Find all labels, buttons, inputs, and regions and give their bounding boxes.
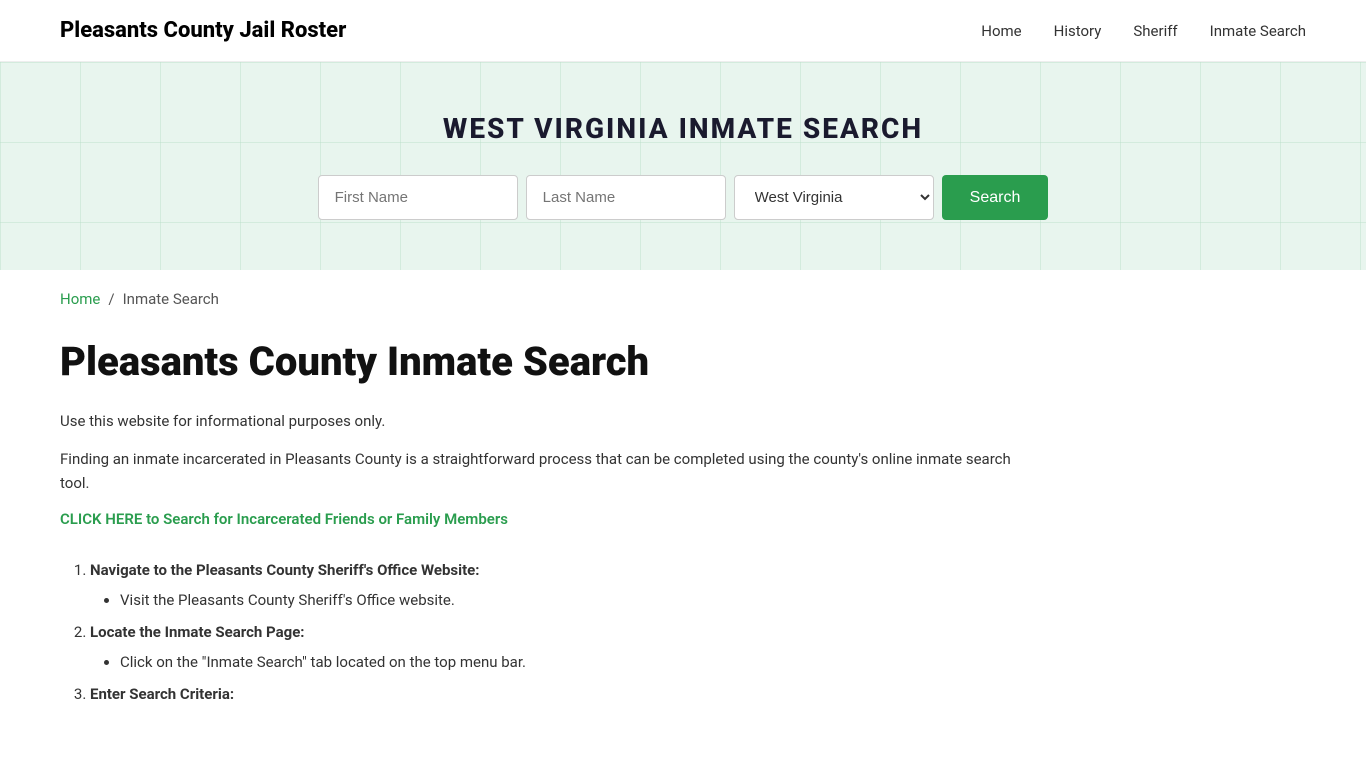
hero-banner: WEST VIRGINIA INMATE SEARCH West Virgini…: [0, 62, 1366, 270]
step-2-subitems: Click on the "Inmate Search" tab located…: [90, 650, 1040, 674]
instruction-step-1: Navigate to the Pleasants County Sheriff…: [90, 558, 1040, 612]
breadcrumb-separator: /: [108, 290, 114, 308]
breadcrumb-home[interactable]: Home: [60, 290, 100, 308]
nav-item-history[interactable]: History: [1054, 21, 1102, 40]
breadcrumb-current: Inmate Search: [123, 290, 219, 308]
hero-content: WEST VIRGINIA INMATE SEARCH West Virgini…: [20, 112, 1346, 220]
state-select[interactable]: West VirginiaAlabamaAlaskaArizonaArkansa…: [734, 175, 934, 220]
site-logo[interactable]: Pleasants County Jail Roster: [60, 18, 346, 43]
hero-title: WEST VIRGINIA INMATE SEARCH: [20, 112, 1346, 145]
step-2-sub-1: Click on the "Inmate Search" tab located…: [120, 650, 1040, 674]
step-1-subitems: Visit the Pleasants County Sheriff's Off…: [90, 588, 1040, 612]
nav-item-sheriff[interactable]: Sheriff: [1133, 21, 1177, 40]
search-button[interactable]: Search: [942, 175, 1049, 220]
main-nav: Home History Sheriff Inmate Search: [981, 21, 1306, 40]
last-name-input[interactable]: [526, 175, 726, 220]
first-name-input[interactable]: [318, 175, 518, 220]
step-3-label: Enter Search Criteria:: [90, 685, 234, 703]
step-1-label: Navigate to the Pleasants County Sheriff…: [90, 561, 480, 579]
intro-paragraph-1: Use this website for informational purpo…: [60, 409, 1040, 433]
instructions-list: Navigate to the Pleasants County Sheriff…: [60, 558, 1040, 706]
inmate-search-form: West VirginiaAlabamaAlaskaArizonaArkansa…: [20, 175, 1346, 220]
nav-link-sheriff[interactable]: Sheriff: [1133, 22, 1177, 40]
nav-list: Home History Sheriff Inmate Search: [981, 21, 1306, 40]
click-here-link[interactable]: CLICK HERE to Search for Incarcerated Fr…: [60, 510, 508, 528]
step-1-sub-1: Visit the Pleasants County Sheriff's Off…: [120, 588, 1040, 612]
nav-link-history[interactable]: History: [1054, 22, 1102, 40]
nav-link-inmate-search[interactable]: Inmate Search: [1210, 22, 1306, 40]
page-title: Pleasants County Inmate Search: [60, 338, 1040, 385]
nav-item-home[interactable]: Home: [981, 21, 1021, 40]
site-header: Pleasants County Jail Roster Home Histor…: [0, 0, 1366, 62]
instruction-step-2: Locate the Inmate Search Page: Click on …: [90, 620, 1040, 674]
breadcrumb-section: Home / Inmate Search: [0, 270, 1366, 318]
nav-item-inmate-search[interactable]: Inmate Search: [1210, 21, 1306, 40]
intro-paragraph-2: Finding an inmate incarcerated in Pleasa…: [60, 447, 1040, 495]
main-content: Pleasants County Inmate Search Use this …: [0, 318, 1100, 774]
breadcrumb: Home / Inmate Search: [60, 290, 1306, 308]
nav-link-home[interactable]: Home: [981, 22, 1021, 40]
step-2-label: Locate the Inmate Search Page:: [90, 623, 305, 641]
instruction-step-3: Enter Search Criteria:: [90, 682, 1040, 706]
